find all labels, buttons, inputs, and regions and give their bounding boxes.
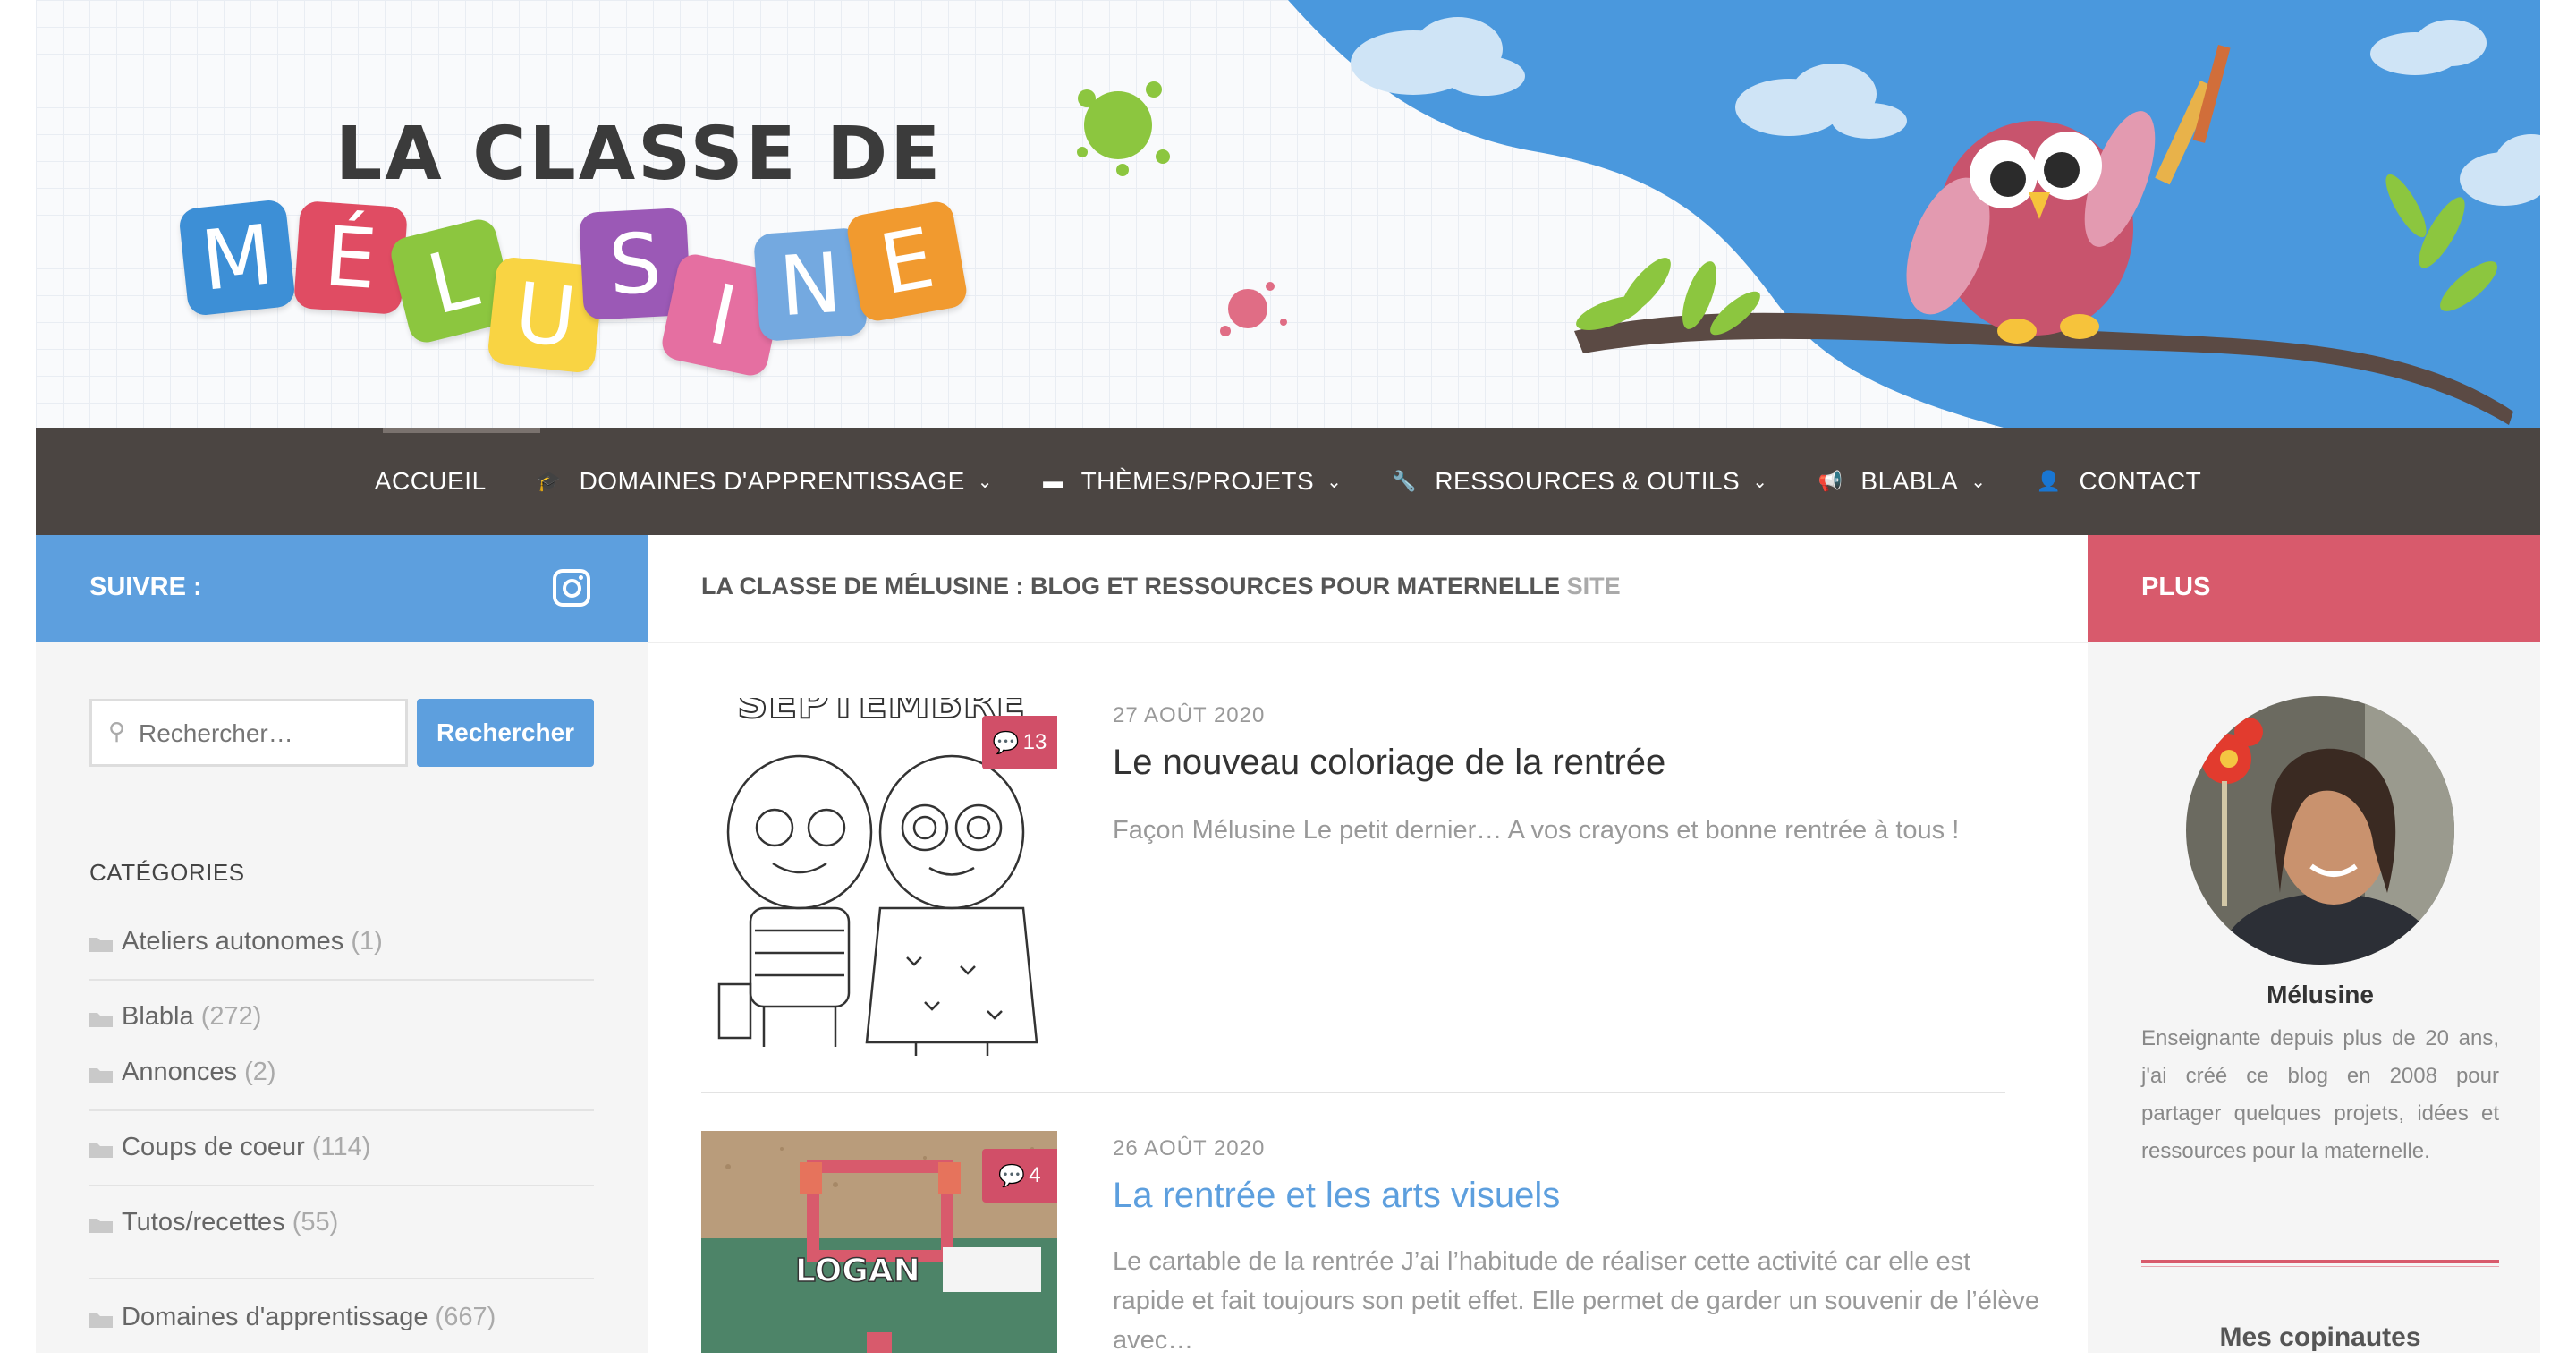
post-excerpt: Façon Mélusine Le petit dernier… A vos c… bbox=[1113, 816, 1960, 845]
post-date: 26 AOÛT 2020 bbox=[1113, 1136, 1266, 1160]
folder-icon bbox=[89, 1219, 113, 1233]
nav-menu: ACCUEIL 🎓 DOMAINES D'APPRENTISSAGE ⌄ ▬ T… bbox=[36, 428, 2540, 535]
category-label: Ateliers autonomes bbox=[122, 927, 344, 956]
chevron-down-icon: ⌄ bbox=[1970, 472, 1987, 492]
categories-title: CATÉGORIES bbox=[89, 859, 245, 886]
nav-themes[interactable]: ▬ THÈMES/PROJETS ⌄ bbox=[1043, 467, 1342, 496]
follow-header: SUIVRE : bbox=[36, 535, 648, 642]
category-label: Tutos/recettes bbox=[122, 1208, 285, 1237]
nav-blabla[interactable]: 📢 BLABLA ⌄ bbox=[1818, 467, 1987, 496]
category-count: (667) bbox=[435, 1303, 496, 1331]
nav-ressources-label: RESSOURCES & OUTILS bbox=[1435, 467, 1741, 495]
plus-title: PLUS bbox=[2141, 573, 2211, 601]
main-content: LA CLASSE DE MÉLUSINE : BLOG ET RESSOURC… bbox=[648, 535, 2088, 1355]
folder-icon bbox=[89, 938, 113, 952]
category-label: Domaines d'apprentissage bbox=[122, 1303, 428, 1331]
wrench-icon: 🔧 bbox=[1392, 470, 1418, 492]
breadcrumb-suffix: SITE bbox=[1566, 573, 1621, 599]
divider bbox=[89, 979, 594, 981]
category-count: (1) bbox=[351, 927, 383, 956]
post-thumbnail[interactable]: LOGAN 💬 4 bbox=[701, 1131, 1057, 1353]
thumb-text: LOGAN bbox=[795, 1253, 920, 1289]
left-sidebar: SUIVRE : ⚲ Rechercher CATÉGORIES Atelier… bbox=[36, 535, 648, 1353]
category-label: Coups de coeur bbox=[122, 1133, 305, 1161]
divider bbox=[89, 1185, 594, 1186]
category-item[interactable]: Annonces (2) bbox=[89, 1052, 594, 1106]
divider bbox=[701, 1092, 2005, 1093]
page: LA CLASSE DE M É L U S I N E ACCUEIL 🎓 D… bbox=[36, 0, 2540, 1355]
folder-icon bbox=[89, 1068, 113, 1083]
post-title[interactable]: Le nouveau coloriage de la rentrée bbox=[1113, 743, 1665, 783]
nav-accueil-label: ACCUEIL bbox=[374, 467, 487, 495]
chevron-down-icon: ⌄ bbox=[977, 472, 994, 492]
category-item[interactable]: Coups de coeur (114) bbox=[89, 1127, 594, 1181]
category-item[interactable]: Tutos/recettes (55) bbox=[89, 1203, 594, 1256]
logo-title: LA CLASSE DE bbox=[335, 112, 944, 197]
category-label: Annonces bbox=[122, 1058, 237, 1086]
post-date: 27 AOÛT 2020 bbox=[1113, 703, 1266, 727]
post-title[interactable]: La rentrée et les arts visuels bbox=[1113, 1176, 1560, 1216]
nav-contact[interactable]: 👤 CONTACT bbox=[2037, 467, 2202, 496]
comment-icon: 💬 bbox=[998, 1163, 1026, 1188]
nav-accueil[interactable]: ACCUEIL bbox=[375, 467, 487, 496]
category-label: Blabla bbox=[122, 1002, 194, 1031]
comment-count-badge[interactable]: 💬 4 bbox=[982, 1149, 1057, 1203]
copinautes-title: Mes copinautes bbox=[2219, 1322, 2421, 1352]
logo-letter-e2: E bbox=[844, 199, 970, 324]
category-count: (55) bbox=[292, 1208, 339, 1237]
user-icon: 👤 bbox=[2036, 470, 2062, 492]
category-count: (2) bbox=[244, 1058, 276, 1086]
post-excerpt: Le cartable de la rentrée J’ai l’habitud… bbox=[1113, 1247, 2040, 1355]
header-illustration bbox=[1077, 0, 2540, 428]
plus-header: PLUS bbox=[2088, 535, 2540, 642]
right-sidebar: PLUS Mélusine Enseignante depuis plus de… bbox=[2088, 535, 2540, 1353]
comment-icon: 💬 bbox=[992, 730, 1020, 755]
graduation-cap-icon: 🎓 bbox=[536, 470, 562, 492]
folder-icon bbox=[89, 1013, 113, 1027]
search-icon: ⚲ bbox=[108, 718, 126, 744]
nav-domaines[interactable]: 🎓 DOMAINES D'APPRENTISSAGE ⌄ bbox=[537, 467, 993, 496]
post-thumbnail[interactable]: SEPTEMBRE 💬 13 bbox=[701, 698, 1057, 1056]
avatar bbox=[2186, 696, 2454, 965]
author-name: Mélusine bbox=[2267, 981, 2374, 1008]
nav-blabla-label: BLABLA bbox=[1860, 467, 1959, 495]
divider bbox=[2141, 1266, 2499, 1267]
divider bbox=[89, 1109, 594, 1111]
category-count: (272) bbox=[200, 1002, 262, 1031]
divider bbox=[89, 1278, 594, 1279]
breadcrumb-title: LA CLASSE DE MÉLUSINE : BLOG ET RESSOURC… bbox=[701, 573, 1561, 599]
nav-themes-label: THÈMES/PROJETS bbox=[1080, 467, 1315, 495]
nav-ressources[interactable]: 🔧 RESSOURCES & OUTILS ⌄ bbox=[1392, 467, 1767, 496]
megaphone-icon: 📢 bbox=[1818, 470, 1843, 492]
folder-icon bbox=[89, 1313, 113, 1328]
divider bbox=[2141, 1260, 2499, 1263]
follow-title: SUIVRE : bbox=[89, 573, 202, 601]
author-bio: Enseignante depuis plus de 20 ans, j'ai … bbox=[2141, 1026, 2499, 1163]
category-item[interactable]: Blabla (272) bbox=[89, 997, 594, 1050]
chevron-down-icon: ⌄ bbox=[1752, 472, 1768, 492]
category-count: (114) bbox=[311, 1133, 371, 1161]
comment-count: 4 bbox=[1029, 1163, 1041, 1187]
logo-letter-m: M bbox=[178, 199, 296, 317]
site-header: LA CLASSE DE M É L U S I N E bbox=[36, 0, 2540, 428]
nav-domaines-label: DOMAINES D'APPRENTISSAGE bbox=[579, 467, 965, 495]
search-field-wrapper: ⚲ bbox=[89, 699, 408, 767]
nav-contact-label: CONTACT bbox=[2079, 467, 2202, 495]
divider bbox=[648, 642, 2088, 643]
chevron-down-icon: ⌄ bbox=[1326, 472, 1343, 492]
category-item[interactable]: Domaines d'apprentissage (667) bbox=[89, 1297, 594, 1351]
folder-icon bbox=[89, 1143, 113, 1158]
search-button[interactable]: Rechercher bbox=[417, 699, 594, 767]
comment-count-badge[interactable]: 💬 13 bbox=[982, 716, 1057, 769]
breadcrumb: LA CLASSE DE MÉLUSINE : BLOG ET RESSOURC… bbox=[701, 573, 1621, 600]
folder-icon: ▬ bbox=[1043, 470, 1063, 492]
search-input[interactable] bbox=[139, 714, 398, 753]
instagram-icon[interactable] bbox=[553, 569, 590, 607]
category-item[interactable]: Ateliers autonomes (1) bbox=[89, 922, 594, 975]
comment-count: 13 bbox=[1022, 730, 1047, 754]
